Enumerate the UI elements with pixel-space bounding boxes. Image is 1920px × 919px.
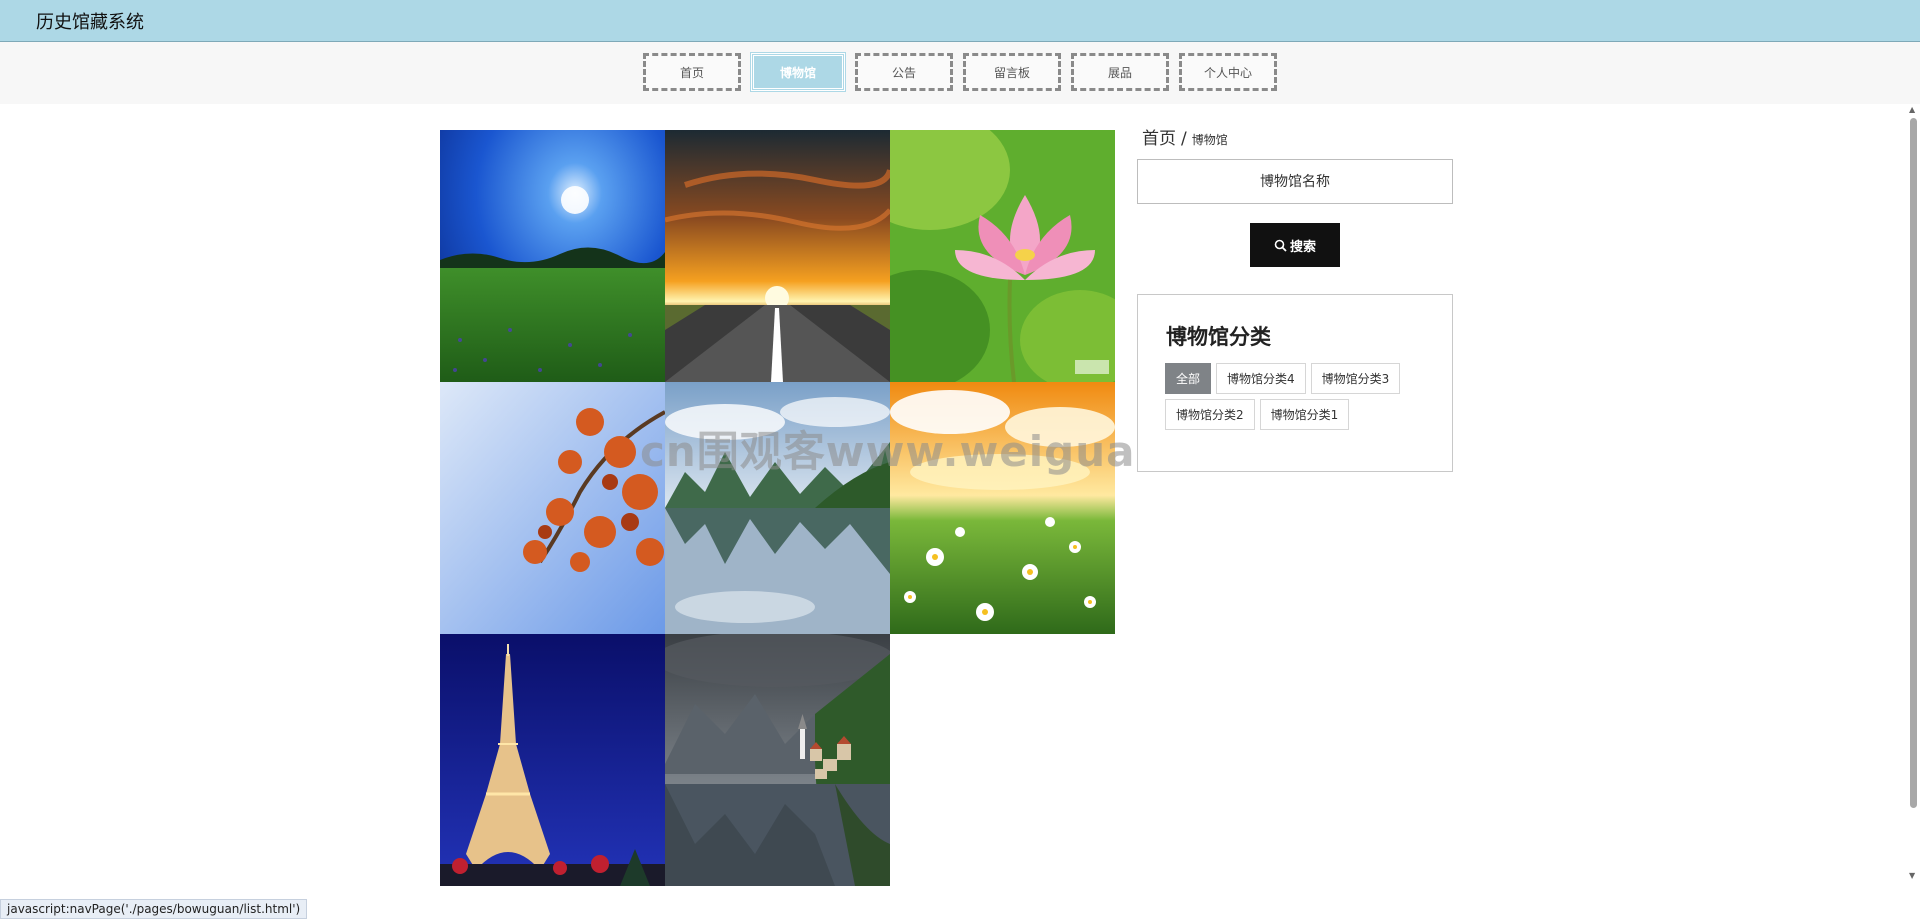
gallery-item-daisy-field[interactable]	[890, 382, 1115, 634]
daisy-field-photo	[890, 382, 1115, 634]
browser-status-bar: javascript:navPage('./pages/bowuguan/lis…	[0, 899, 308, 919]
app-title: 历史馆藏系统	[36, 12, 144, 33]
main-nav: 首页 博物馆 公告 留言板 展品 个人中心	[0, 42, 1920, 104]
nav-item-message-board[interactable]: 留言板	[963, 53, 1061, 91]
scroll-up-arrow-icon[interactable]: ▲	[1909, 106, 1915, 114]
nav-item-museum[interactable]: 博物馆	[750, 52, 846, 92]
karst-lake-photo	[665, 382, 890, 634]
breadcrumb-current: 博物馆	[1191, 133, 1228, 147]
category-panel: 博物馆分类 全部 博物馆分类4 博物馆分类3 博物馆分类2 博物馆分类1	[1137, 294, 1453, 472]
top-header: 历史馆藏系统	[0, 0, 1920, 42]
scroll-down-arrow-icon[interactable]: ▼	[1909, 872, 1915, 880]
autumn-leaves-photo	[440, 382, 665, 634]
museum-gallery	[440, 130, 1115, 886]
category-title: 博物馆分类	[1166, 325, 1271, 349]
category-tag-all[interactable]: 全部	[1165, 363, 1212, 394]
category-tags: 全部 博物馆分类4 博物馆分类3 博物馆分类2 博物馆分类1	[1165, 363, 1445, 430]
breadcrumb-home[interactable]: 首页	[1142, 129, 1176, 149]
scroll-thumb[interactable]	[1910, 118, 1917, 808]
nav-item-announcements[interactable]: 公告	[855, 53, 953, 91]
gallery-item-hallstatt-lake[interactable]	[665, 634, 890, 886]
search-button-label: 搜索	[1289, 238, 1316, 254]
moon-meadow-photo	[440, 130, 665, 382]
gallery-item-autumn-leaves[interactable]	[440, 382, 665, 634]
category-tag-4[interactable]: 博物馆分类4	[1216, 363, 1306, 394]
gallery-item-sunset-road[interactable]	[665, 130, 890, 382]
lotus-flower-photo	[890, 130, 1115, 382]
museum-name-search-input[interactable]	[1137, 159, 1453, 204]
gallery-item-eiffel-tower[interactable]	[440, 634, 665, 886]
nav-item-personal-center[interactable]: 个人中心	[1179, 53, 1277, 91]
search-button[interactable]: 搜索	[1250, 223, 1340, 267]
search-icon	[1274, 239, 1287, 252]
category-tag-1[interactable]: 博物馆分类1	[1259, 399, 1350, 430]
nav-list: 首页 博物馆 公告 留言板 展品 个人中心	[0, 52, 1920, 92]
hallstatt-lake-photo	[665, 634, 890, 886]
eiffel-tower-night-photo	[440, 634, 665, 886]
nav-item-exhibits[interactable]: 展品	[1071, 53, 1169, 91]
category-tag-3[interactable]: 博物馆分类3	[1310, 363, 1401, 394]
gallery-item-karst-lake[interactable]	[665, 382, 890, 634]
nav-item-home[interactable]: 首页	[643, 53, 741, 91]
breadcrumb: 首页 / 博物馆	[1142, 124, 1228, 149]
breadcrumb-separator: /	[1181, 129, 1187, 149]
sunset-road-photo	[665, 130, 890, 382]
gallery-item-moon-meadow[interactable]	[440, 130, 665, 382]
category-tag-2[interactable]: 博物馆分类2	[1165, 399, 1255, 430]
page-scrollbar[interactable]: ▲ ▼	[1906, 104, 1920, 884]
gallery-item-lotus[interactable]	[890, 130, 1115, 382]
